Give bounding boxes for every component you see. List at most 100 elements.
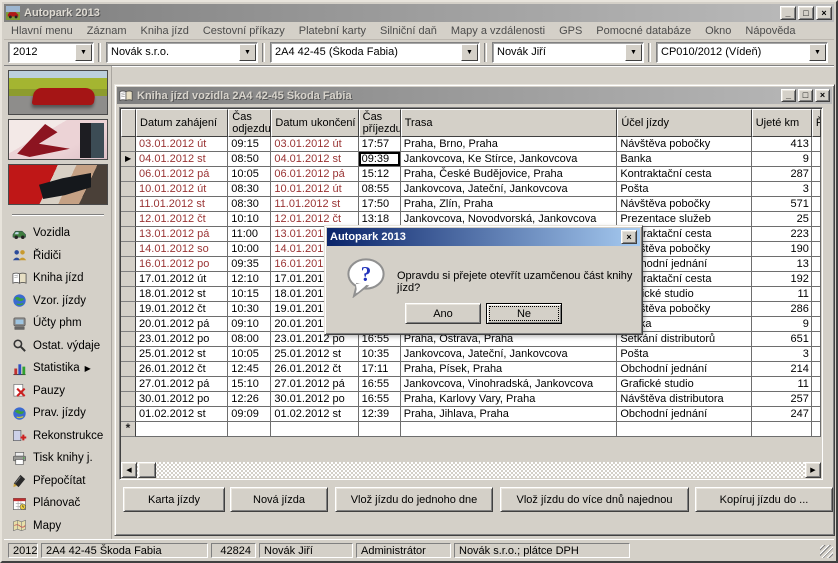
cell-end-date[interactable]: 25.01.2012 st — [271, 347, 358, 362]
cell-distance-km[interactable]: 247 — [752, 407, 812, 422]
maximize-icon[interactable]: □ — [798, 6, 814, 20]
cell-distance-km[interactable]: 13 — [752, 257, 812, 272]
cell-purpose[interactable]: Obchodní jednání — [617, 407, 751, 422]
cell-distance-km[interactable]: 25 — [752, 212, 812, 227]
sidebar-item-mapy[interactable]: Mapy — [4, 515, 111, 538]
cell-distance-km[interactable]: 223 — [752, 227, 812, 242]
cell-distance-km[interactable]: 651 — [752, 332, 812, 347]
sidebar-item-vozidla[interactable]: Vozidla — [4, 222, 111, 245]
sidebar-item-statistika[interactable]: Statistika▶ — [4, 357, 111, 380]
menu-item-9[interactable]: Pomocné databáze — [589, 23, 698, 39]
cell-driver[interactable] — [812, 332, 821, 347]
row-selector[interactable] — [121, 317, 136, 332]
trip-order-combo[interactable]: CP010/2012 (Vídeň)▼ — [656, 42, 828, 63]
menu-item-4[interactable]: Cestovní příkazy — [196, 23, 292, 39]
cell-start-date[interactable]: 12.01.2012 čt — [136, 212, 228, 227]
column-header-ujeté-km[interactable]: Ujeté km — [752, 109, 812, 137]
cell-distance-km[interactable]: 9 — [752, 152, 812, 167]
cell-departure-time[interactable]: 08:30 — [228, 197, 271, 212]
new-trip-button[interactable]: Nová jízda — [230, 487, 328, 512]
cell-start-date[interactable]: 03.01.2012 út — [136, 137, 228, 152]
cell-departure-time[interactable]: 09:35 — [228, 257, 271, 272]
cell-distance-km[interactable]: 9 — [752, 317, 812, 332]
cell-start-date[interactable]: 10.01.2012 út — [136, 182, 228, 197]
row-selector[interactable] — [121, 392, 136, 407]
cell-driver[interactable] — [812, 182, 821, 197]
row-selector[interactable]: ▶ — [121, 152, 136, 167]
column-header-čas-příjezdu[interactable]: Čas příjezdu — [359, 109, 401, 137]
cell-driver[interactable] — [812, 347, 821, 362]
cell-start-date[interactable]: 13.01.2012 pá — [136, 227, 228, 242]
minimize-icon[interactable]: _ — [780, 6, 796, 20]
cell-route[interactable]: Jankovcova, Jateční, Jankovcova — [401, 347, 618, 362]
row-selector[interactable] — [121, 212, 136, 227]
ano-button[interactable]: Ano — [405, 303, 481, 324]
menu-item-8[interactable]: GPS — [552, 23, 589, 39]
close-icon[interactable]: × — [621, 230, 637, 244]
chevron-down-icon[interactable]: ▼ — [809, 44, 826, 61]
driver-combo[interactable]: Novák Jiří▼ — [492, 42, 644, 63]
sidebar-item-prav-j-zdy[interactable]: Prav. jízdy — [4, 402, 111, 425]
sidebar-item-pauzy[interactable]: Pauzy — [4, 380, 111, 403]
close-icon[interactable]: × — [815, 89, 830, 102]
cell-purpose[interactable]: Návštěva distributora — [617, 392, 751, 407]
table-row[interactable]: 03.01.2012 út09:1503.01.2012 út17:57Prah… — [121, 137, 821, 152]
empty-cell[interactable] — [359, 422, 401, 437]
cell-distance-km[interactable]: 214 — [752, 362, 812, 377]
column-header-datum-zahájení[interactable]: Datum zahájení — [136, 109, 228, 137]
cell-start-date[interactable]: 27.01.2012 pá — [136, 377, 228, 392]
cell-start-date[interactable]: 01.02.2012 st — [136, 407, 228, 422]
cell-departure-time[interactable]: 08:50 — [228, 152, 271, 167]
cell-distance-km[interactable]: 257 — [752, 392, 812, 407]
cell-start-date[interactable]: 25.01.2012 st — [136, 347, 228, 362]
row-selector[interactable] — [121, 197, 136, 212]
column-header-čas-odjezdu[interactable]: Čas odjezdu — [228, 109, 271, 137]
cell-start-date[interactable]: 20.01.2012 pá — [136, 317, 228, 332]
menu-item-11[interactable]: Nápověda — [738, 23, 802, 39]
empty-cell[interactable] — [271, 422, 358, 437]
sidebar-item-kniha-j-zd[interactable]: Kniha jízd — [4, 267, 111, 290]
row-selector[interactable] — [121, 242, 136, 257]
empty-cell[interactable] — [752, 422, 812, 437]
cell-purpose[interactable]: Návštěva pobočky — [617, 137, 751, 152]
row-selector[interactable] — [121, 332, 136, 347]
row-selector[interactable] — [121, 257, 136, 272]
table-row[interactable]: ▶04.01.2012 st08:5004.01.2012 st09:39Jan… — [121, 152, 821, 167]
empty-cell[interactable] — [812, 422, 821, 437]
cell-purpose[interactable]: Grafické studio — [617, 377, 751, 392]
cell-start-date[interactable]: 04.01.2012 st — [136, 152, 228, 167]
menu-item-5[interactable]: Platební karty — [292, 23, 373, 39]
cell-driver[interactable] — [812, 302, 821, 317]
cell-route[interactable]: Jankovcova, Jateční, Jankovcova — [401, 182, 618, 197]
cell-driver[interactable] — [812, 257, 821, 272]
cell-departure-time[interactable]: 10:00 — [228, 242, 271, 257]
cell-departure-time[interactable]: 12:26 — [228, 392, 271, 407]
sidebar-item-tisk-knihy-j-[interactable]: Tisk knihy j. — [4, 447, 111, 470]
cell-arrival-time[interactable]: 15:12 — [359, 167, 401, 182]
cell-driver[interactable] — [812, 272, 821, 287]
cell-purpose[interactable]: Návštěva pobočky — [617, 197, 751, 212]
scrollbar-track[interactable] — [137, 462, 805, 478]
cell-arrival-time[interactable]: 10:35 — [359, 347, 401, 362]
cell-distance-km[interactable]: 413 — [752, 137, 812, 152]
cell-purpose[interactable]: Pošta — [617, 182, 751, 197]
cell-purpose[interactable]: Pošta — [617, 347, 751, 362]
cell-start-date[interactable]: 11.01.2012 st — [136, 197, 228, 212]
sidebar-item-ostat-v-daje[interactable]: Ostat. výdaje — [4, 335, 111, 358]
cell-end-date[interactable]: 01.02.2012 st — [271, 407, 358, 422]
cell-driver[interactable] — [812, 287, 821, 302]
cell-start-date[interactable]: 14.01.2012 so — [136, 242, 228, 257]
cell-arrival-time[interactable]: 17:57 — [359, 137, 401, 152]
trip-card-button[interactable]: Karta jízdy — [123, 487, 225, 512]
cell-start-date[interactable]: 16.01.2012 po — [136, 257, 228, 272]
sidebar-item-p-epo-tat[interactable]: Přepočítat — [4, 470, 111, 493]
cell-driver[interactable] — [812, 362, 821, 377]
empty-cell[interactable] — [617, 422, 751, 437]
empty-cell[interactable] — [136, 422, 228, 437]
cell-end-date[interactable]: 06.01.2012 pá — [271, 167, 358, 182]
cell-route[interactable]: Praha, České Budějovice, Praha — [401, 167, 618, 182]
cell-start-date[interactable]: 19.01.2012 čt — [136, 302, 228, 317]
cell-arrival-time[interactable]: 09:39 — [359, 152, 401, 167]
cell-departure-time[interactable]: 09:10 — [228, 317, 271, 332]
cell-end-date[interactable]: 10.01.2012 út — [271, 182, 358, 197]
